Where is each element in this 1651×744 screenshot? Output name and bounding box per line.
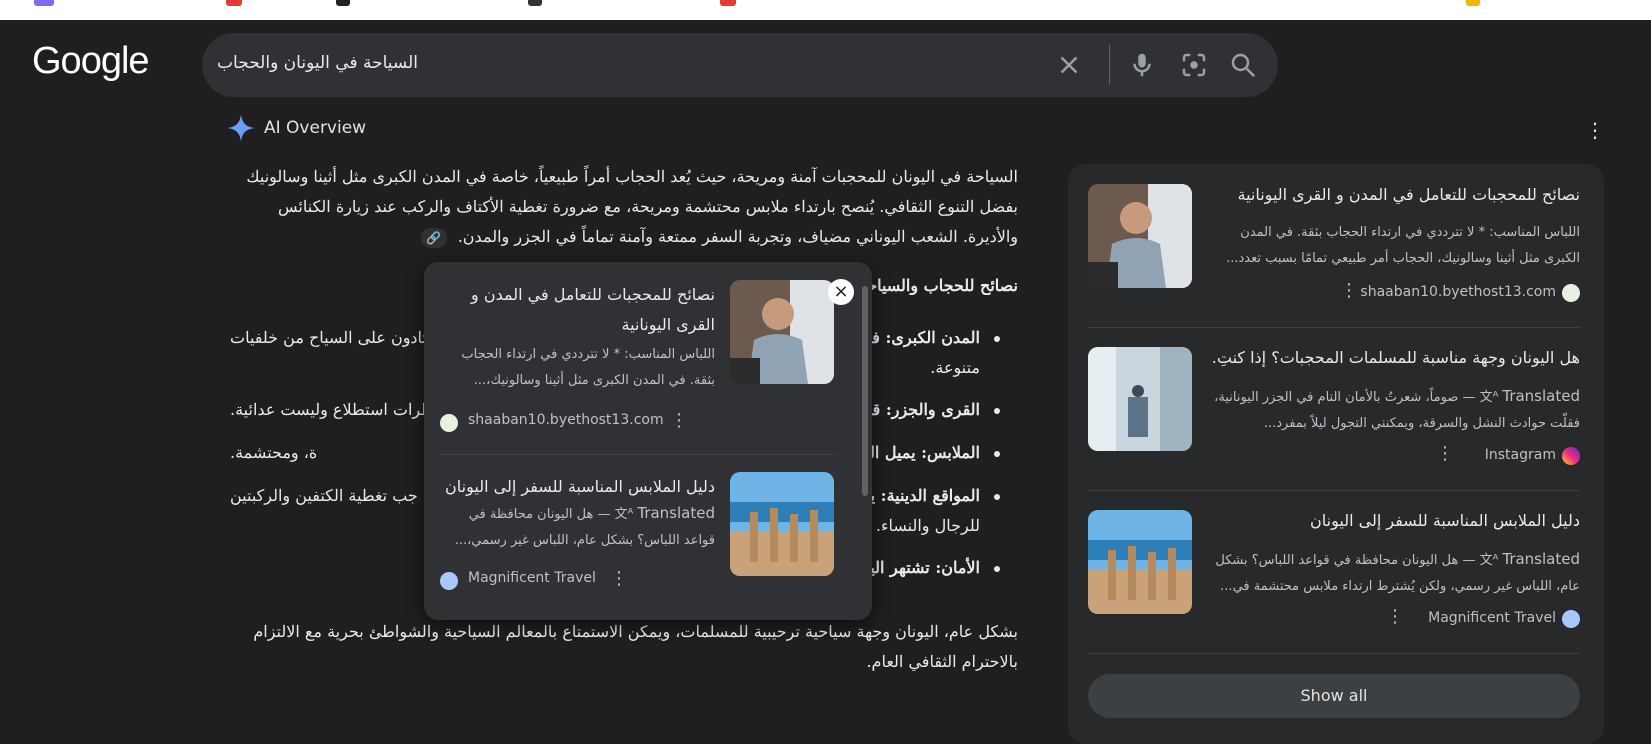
translate-icon: 文ᴬ — [614, 507, 638, 522]
translated-label: Translated — [637, 504, 715, 522]
bullet-tail-line2: للرجال والنساء. — [875, 516, 980, 535]
translated-label: Translated — [1502, 387, 1580, 405]
divider — [1088, 653, 1580, 654]
close-icon[interactable] — [1054, 50, 1084, 80]
bullet-tail: ة، ومحتشمة. — [230, 443, 318, 462]
source-thumbnail — [1088, 347, 1192, 451]
bookmark-favicon[interactable] — [226, 0, 242, 6]
more-vert-icon[interactable]: ⋮ — [670, 412, 688, 430]
bookmarks-bar — [0, 0, 1651, 20]
translated-label: Translated — [1502, 550, 1580, 568]
popover-snippet: 文ᴬ Translated — هل اليونان محافظة في قوا… — [435, 500, 715, 552]
site-favicon — [440, 414, 458, 432]
link-icon[interactable]: 🔗 — [420, 227, 447, 248]
source-popover: نصائح للمحجبات للتعامل في المدن و القرى … — [424, 262, 872, 620]
popover-thumbnail — [730, 472, 834, 576]
show-all-button[interactable]: Show all — [1088, 674, 1580, 718]
intro-text: السياحة في اليونان للمحجبات آمنة ومريحة،… — [246, 167, 1018, 246]
popover-title[interactable]: دليل الملابس المناسبة للسفر إلى اليونان — [435, 472, 715, 502]
bullet-tail-line2: متنوعة. — [930, 358, 980, 377]
sparkle-icon — [226, 113, 256, 143]
bookmark-favicon[interactable] — [528, 0, 542, 6]
bullet-tail: جب تغطية الكتفين والركبتين — [230, 486, 418, 505]
bullet-lead: الملابس: يميل اللبا — [855, 443, 980, 462]
bookmark-favicon[interactable] — [336, 0, 350, 6]
bullet-tail: نظرات استطلاع وليست عدائية. — [230, 400, 439, 419]
bullet-dot — [994, 336, 1000, 342]
source-title[interactable]: هل اليونان وجهة مناسبة للمسلمات المحجبات… — [1210, 347, 1580, 369]
site-favicon — [1562, 284, 1580, 302]
bullet-lead: القرى والجزر: قد — [864, 400, 980, 419]
source-thumbnail — [1088, 510, 1192, 614]
search-divider — [1109, 45, 1110, 85]
popover-site: Magnificent Travel — [468, 570, 596, 586]
source-snippet: 文ᴬ Translated — صوماً، شعرتُ بالأمان الت… — [1204, 383, 1580, 435]
bullet-dot — [994, 494, 1000, 500]
ai-overview-title: AI Overview — [264, 118, 367, 138]
source-title[interactable]: نصائح للمحجبات للتعامل في المدن و القرى … — [1210, 184, 1580, 206]
source-snippet: اللباس المناسب: * لا تترددي في ارتداء ال… — [1226, 225, 1580, 266]
microphone-icon[interactable] — [1127, 50, 1157, 80]
translate-icon: 文ᴬ — [1479, 390, 1503, 405]
source-card[interactable]: هل اليونان وجهة مناسبة للمسلمات المحجبات… — [1088, 327, 1580, 467]
more-vert-icon[interactable]: ⋮ — [1436, 445, 1454, 463]
popover-thumbnail — [730, 280, 834, 384]
bullet-dot — [994, 451, 1000, 457]
bullet-lead: المواقع الدينية: يج — [860, 486, 980, 505]
close-icon[interactable]: × — [828, 279, 854, 305]
instagram-icon — [1562, 447, 1580, 465]
more-vert-icon[interactable]: ⋮ — [1340, 282, 1358, 300]
popover-site: shaaban10.byethost13.com — [468, 412, 664, 428]
popover-item[interactable]: دليل الملابس المناسبة للسفر إلى اليونان … — [440, 454, 840, 620]
source-snippet: 文ᴬ Translated — هل اليونان محافظة في قوا… — [1204, 546, 1580, 598]
bullet-tail: معتادون على السياح من خلفيات — [230, 328, 444, 347]
source-site: Magnificent Travel — [1428, 610, 1556, 626]
sources-panel: نصائح للمحجبات للتعامل في المدن و القرى … — [1068, 164, 1604, 744]
popover-snippet: اللباس المناسب: * لا تترددي في ارتداء ال… — [461, 347, 715, 388]
more-vert-icon[interactable]: ⋮ — [1585, 120, 1605, 140]
source-card[interactable]: نصائح للمحجبات للتعامل في المدن و القرى … — [1088, 164, 1580, 304]
search-icon[interactable] — [1228, 50, 1258, 80]
source-card[interactable]: دليل الملابس المناسبة للسفر إلى اليونان … — [1088, 490, 1580, 630]
source-site: Instagram — [1484, 447, 1556, 463]
bullet-dot — [994, 408, 1000, 414]
closing-paragraph: بشكل عام، اليونان وجهة سياحية ترحيبية لل… — [253, 622, 1018, 671]
search-input[interactable]: السياحة في اليونان والحجاب — [217, 53, 418, 73]
lens-icon[interactable] — [1179, 50, 1209, 80]
more-vert-icon[interactable]: ⋮ — [1386, 608, 1404, 626]
search-bar[interactable]: السياحة في اليونان والحجاب — [202, 33, 1278, 97]
bullet-lead: المدن الكبرى: في — [858, 328, 980, 347]
globe-icon — [1562, 610, 1580, 628]
more-vert-icon[interactable]: ⋮ — [610, 570, 628, 588]
popover-scrollbar[interactable] — [862, 286, 868, 496]
bookmark-favicon[interactable] — [34, 0, 54, 6]
bookmark-favicon[interactable] — [720, 0, 736, 6]
popover-title[interactable]: نصائح للمحجبات للتعامل في المدن و القرى … — [435, 280, 715, 340]
popover-item[interactable]: نصائح للمحجبات للتعامل في المدن و القرى … — [440, 262, 840, 432]
bullet-dot — [994, 566, 1000, 572]
globe-icon — [440, 572, 458, 590]
translate-icon: 文ᴬ — [1479, 553, 1503, 568]
source-thumbnail — [1088, 184, 1192, 288]
bookmark-favicon[interactable] — [1466, 0, 1480, 6]
source-title[interactable]: دليل الملابس المناسبة للسفر إلى اليونان — [1210, 510, 1580, 532]
ai-overview-intro: السياحة في اليونان للمحجبات آمنة ومريحة،… — [230, 162, 1018, 252]
source-site: shaaban10.byethost13.com — [1360, 284, 1556, 300]
google-logo[interactable]: Google — [32, 40, 150, 83]
